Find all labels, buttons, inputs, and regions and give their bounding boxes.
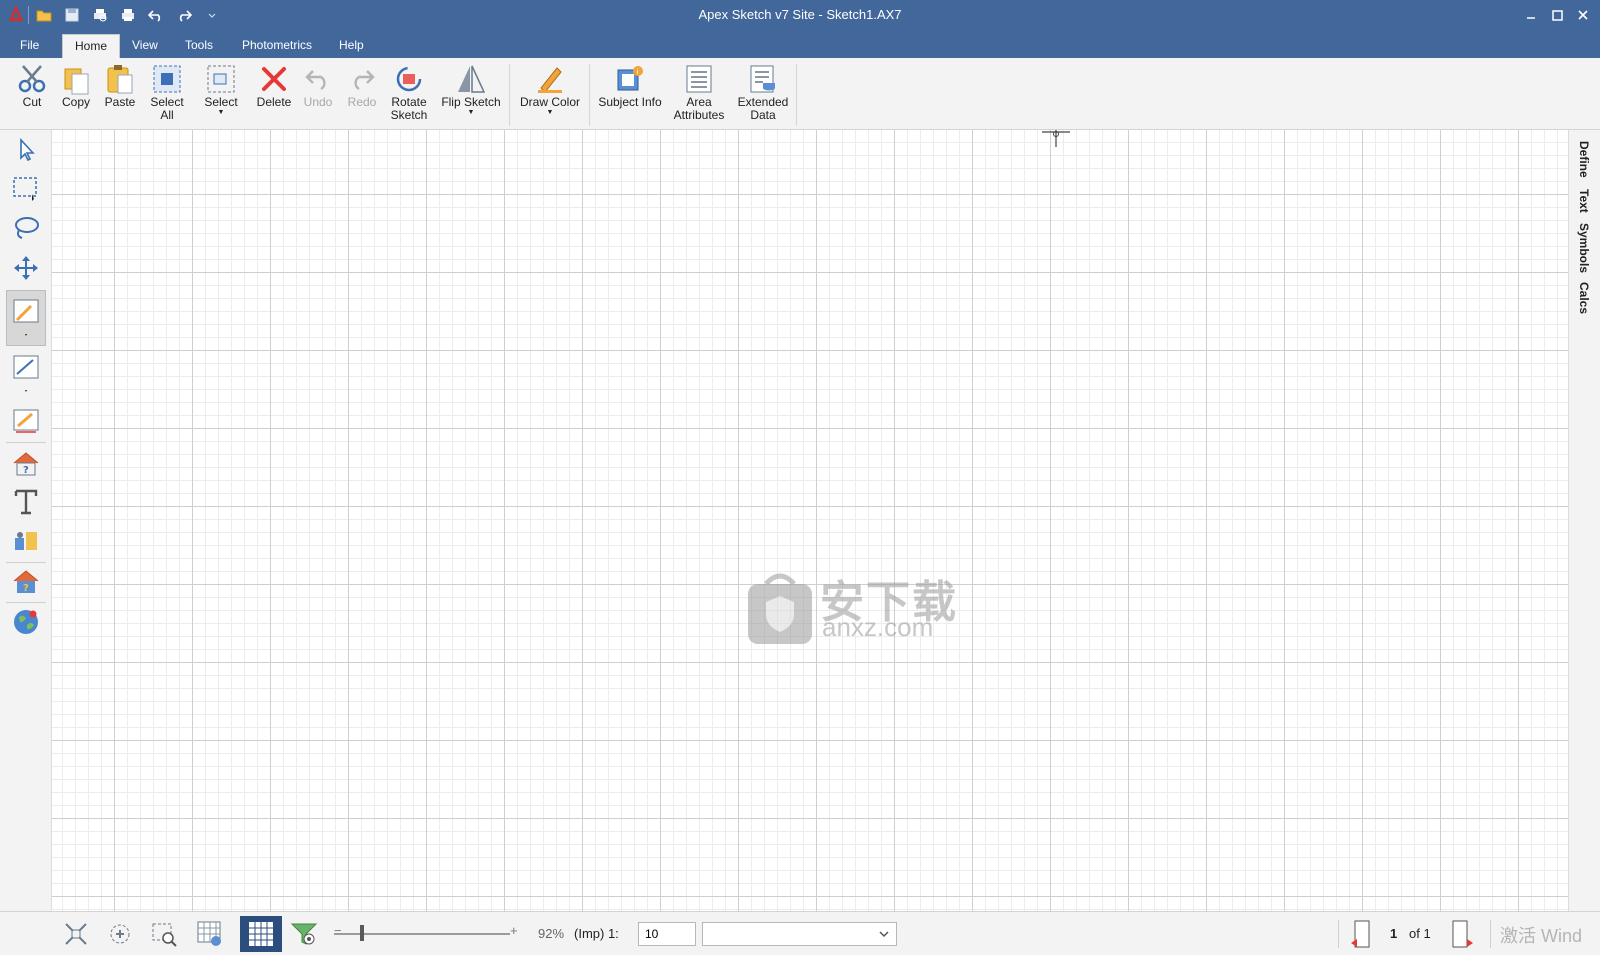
left-toolbar: ? ? [0,130,52,910]
draw-color-dropdown-icon: ▼ [546,109,554,116]
toolbar-separator [6,442,46,443]
grid-toggle-icon[interactable] [240,916,282,952]
svg-text:i: i [637,68,639,76]
tab-photometrics[interactable]: Photometrics [230,34,324,58]
dock-tab-text[interactable]: Text [1573,186,1595,216]
close-button[interactable] [1570,3,1596,27]
watermark-bag-icon [748,573,812,644]
zoom-window-icon[interactable] [148,918,180,950]
draw-color-button[interactable]: Draw Color ▼ [514,62,586,128]
maximize-button[interactable] [1544,3,1570,27]
area-attributes-button[interactable]: Area Attributes [668,62,730,128]
dock-tab-define[interactable]: Define [1573,136,1595,182]
zoom-level: 92% [538,926,565,941]
subject-info-button[interactable]: i Subject Info [594,62,666,128]
pencil-icon [533,62,567,96]
ribbon-separator [589,64,590,126]
page-total: of 1 [1409,926,1431,941]
copy-button[interactable]: Copy [56,62,96,128]
tab-home[interactable]: Home [62,34,121,58]
sketch-canvas[interactable]: 安下载 anxz.com [52,130,1568,911]
scale-label: (Imp) 1: [574,926,619,941]
text-tool-icon[interactable] [6,484,46,520]
select-all-button[interactable]: Select All [144,62,190,128]
page-current: 1 [1390,926,1398,941]
symbols-tool-icon[interactable] [6,524,46,560]
svg-text:?: ? [23,465,29,476]
zoom-slider-thumb[interactable] [360,925,364,941]
svg-text:?: ? [23,583,29,594]
rotate-sketch-button[interactable]: Rotate Sketch [384,62,434,128]
tab-file[interactable]: File [8,34,51,58]
next-page-icon[interactable] [1446,918,1478,950]
select-button[interactable]: Select ▼ [198,62,244,128]
flip-sketch-button[interactable]: Flip Sketch ▼ [438,62,504,128]
right-dock: Define Text Symbols Calcs [1568,130,1600,911]
minimize-button[interactable] [1518,3,1544,27]
previous-page-icon[interactable] [1346,918,1378,950]
cut-button[interactable]: Cut [12,62,52,128]
dock-tab-symbols[interactable]: Symbols [1573,220,1595,276]
filter-view-icon[interactable] [288,918,320,950]
globe-icon[interactable] [6,604,46,640]
status-separator [1338,920,1339,948]
flip-dropdown-icon: ▼ [467,109,475,116]
rotate-icon [392,62,426,96]
copy-icon [59,62,93,96]
zoom-in-icon[interactable]: + [510,923,518,938]
delete-icon [257,62,291,96]
ribbon-separator [796,64,797,126]
zoom-selection-icon[interactable] [104,918,136,950]
paste-icon [103,62,137,96]
ribbon: Cut Copy Paste Select All Select ▼ Delet… [0,58,1600,130]
subject-info-icon: i [613,62,647,96]
lasso-select-icon[interactable] [6,210,46,246]
house-info-icon[interactable]: ? [6,564,46,600]
title-bar: Apex Sketch v7 Site - Sketch1.AX7 [0,0,1600,30]
chevron-down-icon [879,931,889,938]
draw-dimension-icon[interactable] [6,402,46,438]
window-title: Apex Sketch v7 Site - Sketch1.AX7 [698,7,902,22]
select-arrow-icon[interactable] [6,132,46,168]
move-icon[interactable] [6,250,46,286]
grid-view-icon[interactable] [194,918,226,950]
toolbar-separator [6,562,46,563]
delete-button[interactable]: Delete [252,62,296,128]
ribbon-undo-button[interactable]: Undo [298,62,338,128]
undo-icon [301,62,335,96]
toolbar-separator [6,602,46,603]
extended-data-icon [746,62,780,96]
menu-bar: File Home View Tools Photometrics Help [0,30,1600,58]
status-separator [1490,920,1491,948]
tab-view[interactable]: View [120,34,170,58]
house-area-icon[interactable]: ? [6,446,46,482]
sketch-grid [52,130,1568,911]
select-icon [204,62,238,96]
zoom-out-icon[interactable]: − [334,923,342,938]
watermark: 安下载 anxz.com [744,566,964,650]
ribbon-separator [509,64,510,126]
layer-dropdown[interactable] [702,922,897,946]
paste-button[interactable]: Paste [100,62,140,128]
tab-tools[interactable]: Tools [173,34,225,58]
rectangle-select-icon[interactable] [6,170,46,206]
flip-icon [454,62,488,96]
scissors-icon [15,62,49,96]
select-all-icon [150,62,184,96]
tab-help[interactable]: Help [327,34,376,58]
draw-line-icon[interactable] [6,352,46,396]
activation-watermark: 激活 Wind [1500,926,1583,946]
area-attributes-icon [682,62,716,96]
zoom-extents-icon[interactable] [60,918,92,950]
select-dropdown-icon: ▼ [217,109,225,116]
draw-area-icon[interactable] [6,290,46,346]
origin-crosshair-icon [1042,130,1070,147]
scale-input[interactable] [638,922,696,946]
redo-icon [345,62,379,96]
extended-data-button[interactable]: Extended Data [732,62,794,128]
ribbon-redo-button[interactable]: Redo [342,62,382,128]
dock-tab-calcs[interactable]: Calcs [1573,280,1595,316]
status-bar: − + 92% (Imp) 1: 1 of 1 激活 Wind [0,911,1600,955]
